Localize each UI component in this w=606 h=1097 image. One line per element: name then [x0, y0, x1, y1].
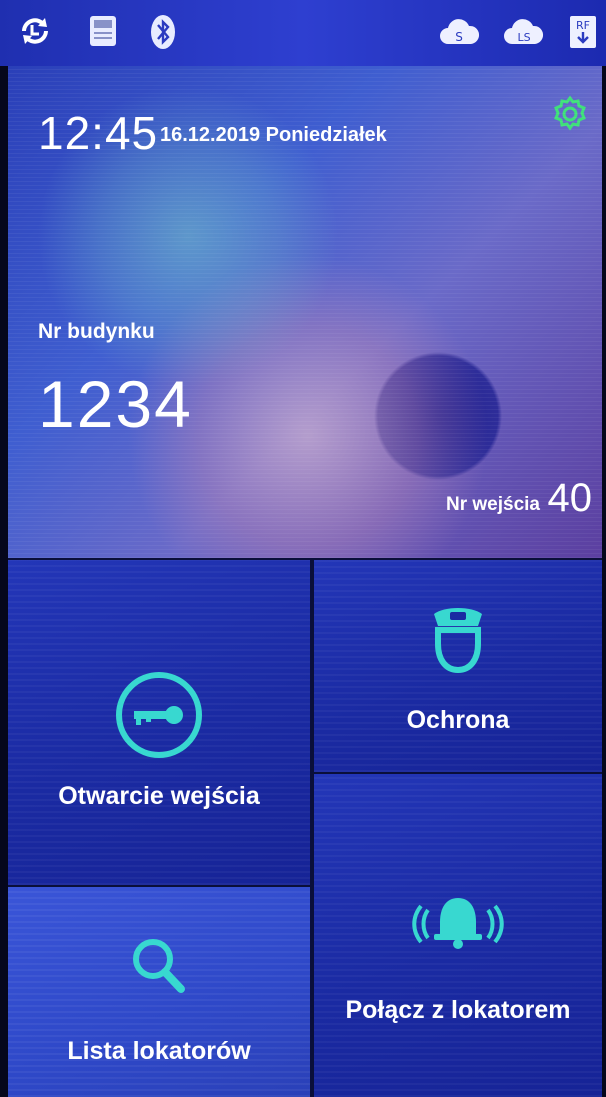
sd-card-icon — [88, 14, 118, 53]
call-tenant-label: Połącz z lokatorem — [345, 996, 571, 1024]
search-icon — [129, 935, 189, 1004]
cloud-s-text: S — [455, 30, 463, 44]
security-label: Ochrona — [406, 706, 510, 734]
building-number-label: Nr budynku — [38, 320, 155, 343]
call-tenant-button[interactable]: Połącz z lokatorem — [314, 774, 602, 1097]
security-button[interactable]: Ochrona — [314, 560, 602, 772]
screen-bezel-left — [0, 0, 8, 1097]
rf-download-icon: RF — [568, 14, 598, 55]
clock-time: 12:45 — [38, 107, 159, 159]
clock-date: 16.12.2019 Poniedziałek — [160, 124, 387, 146]
tenant-list-button[interactable]: Lista lokatorów — [8, 887, 310, 1097]
open-entrance-label: Otwarcie wejścia — [58, 782, 260, 810]
rf-text: RF — [576, 19, 590, 32]
tenant-list-label: Lista lokatorów — [67, 1037, 251, 1065]
open-entrance-button[interactable]: Otwarcie wejścia — [8, 560, 310, 885]
home-info-panel: 12:45 16.12.2019 Poniedziałek Nr budynku… — [8, 66, 602, 558]
entrance-number-label: Nr wejścia — [446, 494, 540, 515]
cloud-s-icon: S — [438, 14, 480, 53]
cloud-ls-icon: LS — [502, 14, 546, 53]
settings-gear-icon[interactable] — [550, 94, 590, 139]
status-bar: S LS RF — [0, 0, 606, 66]
sync-icon — [18, 14, 52, 53]
cloud-ls-text: LS — [517, 31, 530, 44]
security-guard-icon — [428, 598, 488, 681]
bluetooth-icon — [150, 14, 176, 55]
key-icon — [114, 670, 204, 765]
building-number: 1234 — [38, 367, 193, 441]
entrance-number: 40 — [547, 476, 593, 520]
bell-ringing-icon — [408, 892, 508, 957]
screen-bezel-right — [602, 0, 606, 1097]
